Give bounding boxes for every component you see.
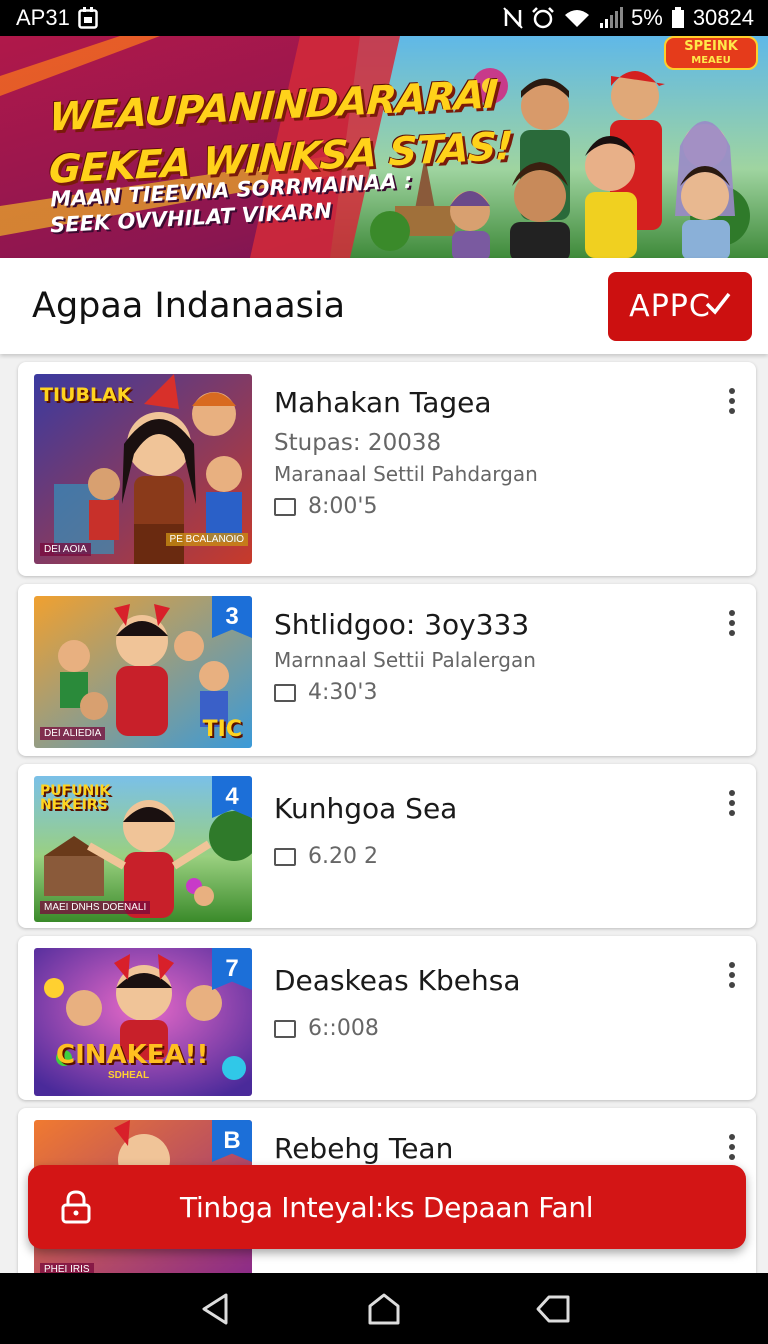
thumbnail-title: PUFUNIK NEKEIRS	[40, 783, 111, 813]
clock: 30824	[692, 5, 754, 30]
more-options-icon[interactable]	[726, 388, 738, 414]
back-triangle-icon[interactable]	[190, 1284, 240, 1334]
item-meta: 6::008	[274, 1016, 379, 1041]
notification-action-bar[interactable]: Tinbga Inteyal:ks Depaan Fanl	[28, 1165, 746, 1249]
thumbnail-tag-right: PE BCALANOIO	[165, 533, 248, 546]
item-title: Shtlidgoo: 3oy333	[274, 608, 530, 641]
thumbnail-sub: SDHEAL	[108, 1070, 150, 1081]
system-nav-bar	[0, 1273, 768, 1344]
thumbnail-title: CINAKEA!!	[56, 1040, 209, 1070]
list-item[interactable]: 4 PUFUNIK NEKEIRS MAEI DNHS DOENALI Kunh…	[18, 764, 756, 928]
nfc-icon	[503, 7, 523, 29]
battery-percent: 5%	[631, 5, 663, 30]
battery-icon	[671, 7, 685, 29]
list-item[interactable]: 7 CINAKEA!! SDHEAL Deaskeas Kbehsa 6::00…	[18, 936, 756, 1100]
item-meta: 6.20 2	[274, 844, 378, 869]
item-title: Rebehg Tean	[274, 1132, 454, 1165]
thumbnail-tag: DEI AOIA	[40, 543, 91, 556]
thumbnail-tag: MAEI DNHS DOENALI	[40, 901, 151, 914]
item-meta: 4:30'3	[274, 680, 377, 705]
app-screen: AP31 5% 30824 WEAUPANINDARARAI GEKEA WIN…	[0, 0, 768, 1344]
item-duration: 6.20 2	[308, 844, 378, 869]
item-meta: 8:00'5	[274, 494, 377, 519]
duration-box-icon	[274, 683, 296, 702]
app-header: Agpaa Indanaasia APPC	[0, 258, 768, 354]
list-item[interactable]: 3 DEI ALIEDIA TIC Shtlidgoo: 3oy333 Marn…	[18, 584, 756, 756]
thumbnail-tag: DEI ALIEDIA	[40, 727, 106, 740]
item-title: Kunhgoa Sea	[274, 792, 458, 825]
calendar-icon	[78, 7, 98, 29]
thumbnail: 7 CINAKEA!! SDHEAL	[34, 948, 252, 1096]
item-subtitle: Stupas: 20038	[274, 430, 442, 456]
banner-logo: SPEINK MEAEU	[664, 36, 758, 70]
duration-box-icon	[274, 847, 296, 866]
duration-box-icon	[274, 497, 296, 516]
thumbnail-title: TIUBLAK	[40, 384, 132, 406]
check-icon	[705, 289, 731, 324]
recents-icon[interactable]	[528, 1284, 578, 1334]
lock-icon	[28, 1189, 124, 1225]
carrier-label: AP31	[16, 5, 70, 30]
list-item[interactable]: TIUBLAK DEI AOIA PE BCALANOIO Mahakan Ta…	[18, 362, 756, 576]
alarm-icon	[531, 7, 555, 29]
item-duration: 4:30'3	[308, 680, 378, 705]
thumbnail-corner-text: TIC	[202, 717, 242, 742]
thumbnail: TIUBLAK DEI AOIA PE BCALANOIO	[34, 374, 252, 564]
item-title: Deaskeas Kbehsa	[274, 964, 521, 997]
wifi-icon	[563, 7, 591, 29]
item-title: Mahakan Tagea	[274, 386, 492, 419]
item-duration: 8:00'5	[308, 494, 378, 519]
more-options-icon[interactable]	[726, 1134, 738, 1160]
more-options-icon[interactable]	[726, 610, 738, 636]
item-description: Marnnaal Settii Palalergan	[274, 648, 536, 672]
thumbnail: 3 DEI ALIEDIA TIC	[34, 596, 252, 748]
status-bar: AP31 5% 30824	[0, 0, 768, 36]
promo-banner[interactable]: WEAUPANINDARARAI GEKEA WINKSA STAS! MAAN…	[0, 36, 768, 258]
item-duration: 6::008	[308, 1016, 379, 1041]
notification-text: Tinbga Inteyal:ks Depaan Fanl	[180, 1190, 594, 1224]
more-options-icon[interactable]	[726, 962, 738, 988]
thumbnail: 4 PUFUNIK NEKEIRS MAEI DNHS DOENALI	[34, 776, 252, 922]
app-button-label: APPC	[629, 288, 711, 324]
banner-logo-line-2: MEAEU	[691, 55, 731, 66]
duration-box-icon	[274, 1019, 296, 1038]
page-title: Agpaa Indanaasia	[32, 286, 346, 326]
item-description: Maranaal Settil Pahdargan	[274, 462, 538, 486]
app-button[interactable]: APPC	[608, 271, 752, 341]
home-icon[interactable]	[359, 1284, 409, 1334]
banner-logo-line-1: SPEINK	[684, 39, 738, 54]
signal-icon	[599, 7, 624, 29]
more-options-icon[interactable]	[726, 790, 738, 816]
